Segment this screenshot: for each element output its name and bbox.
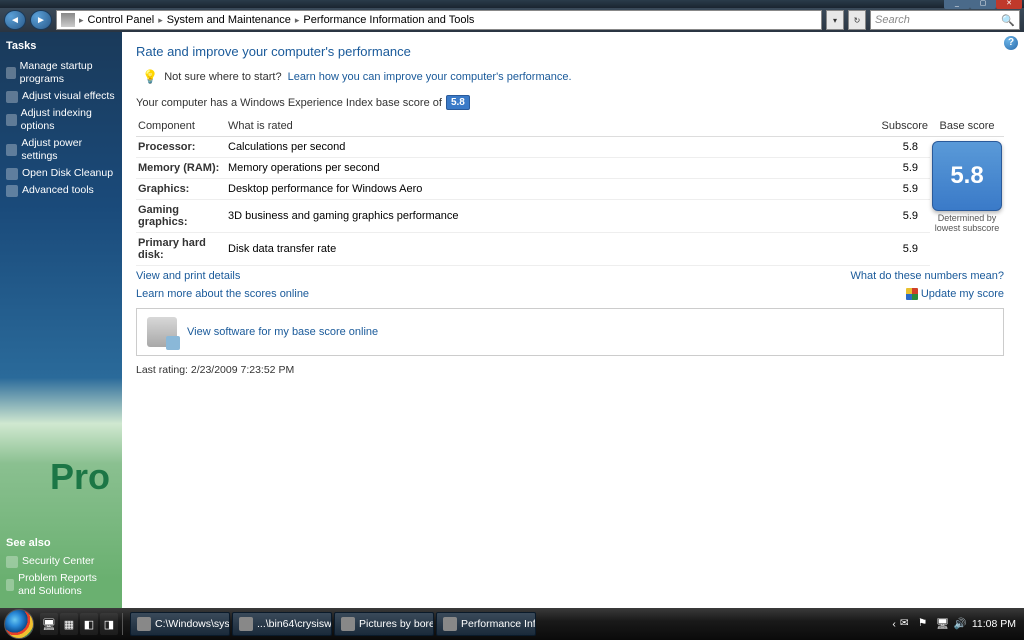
tray-expand[interactable]: ‹ (892, 618, 896, 630)
navbar: ◄ ► ▸ Control Panel ▸ System and Mainten… (0, 8, 1024, 32)
update-score-link[interactable]: Update my score (921, 288, 1004, 300)
tasks-heading: Tasks (6, 40, 116, 52)
view-print-link[interactable]: View and print details (136, 270, 240, 282)
task-visual-effects[interactable]: Adjust visual effects (6, 88, 116, 105)
cmd-icon (239, 617, 253, 631)
table-row: Processor:Calculations per second5.8 5.8… (136, 137, 1004, 158)
tray-icon[interactable]: 🖥 (936, 617, 950, 631)
software-box: View software for my base score online (136, 308, 1004, 356)
close-button[interactable]: ✕ (996, 0, 1022, 9)
view-software-link[interactable]: View software for my base score online (187, 326, 378, 338)
quicklaunch-app2[interactable]: ◨ (100, 613, 118, 635)
quicklaunch-app[interactable]: ◧ (80, 613, 98, 635)
taskbar-item[interactable]: Performance Inform... (436, 612, 536, 636)
browser-icon (341, 617, 355, 631)
last-rating-text: Last rating: 2/23/2009 7:23:52 PM (136, 364, 1004, 376)
col-rated: What is rated (226, 116, 870, 137)
forward-button[interactable]: ► (30, 10, 52, 30)
chevron-right-icon: ▸ (158, 15, 163, 26)
tray-icon[interactable]: ✉ (900, 617, 914, 631)
learn-more-link[interactable]: Learn more about the scores online (136, 288, 309, 300)
perf-icon (443, 617, 457, 631)
crumb-system-maintenance[interactable]: System and Maintenance (167, 14, 291, 26)
task-manage-startup[interactable]: Manage startup programs (6, 58, 116, 88)
hint-text: Not sure where to start? (164, 71, 281, 83)
seealso-heading: See also (6, 537, 116, 549)
table-row: Gaming graphics:3D business and gaming g… (136, 200, 1004, 233)
shield-icon (6, 144, 17, 156)
tools-icon (6, 185, 18, 197)
table-row: Primary hard disk:Disk data transfer rat… (136, 233, 1004, 266)
score-pretext: Your computer has a Windows Experience I… (136, 97, 442, 109)
report-icon (6, 579, 14, 591)
crumb-control-panel[interactable]: Control Panel (88, 14, 155, 26)
quicklaunch-switch[interactable]: ▦ (60, 613, 78, 635)
startup-icon (6, 67, 16, 79)
base-score-box: 5.8 (932, 141, 1002, 211)
page-title: Rate and improve your computer's perform… (136, 44, 1004, 59)
chevron-right-icon: ▸ (295, 15, 300, 26)
taskbar-item[interactable]: C:\Windows\system... (130, 612, 230, 636)
seealso-problem-reports[interactable]: Problem Reports and Solutions (6, 570, 116, 600)
search-placeholder: Search (875, 14, 910, 26)
cmd-icon (137, 617, 151, 631)
score-badge: 5.8 (446, 95, 470, 110)
maximize-button[interactable]: ▢ (970, 0, 996, 9)
hint-link[interactable]: Learn how you can improve your computer'… (288, 71, 572, 83)
task-power[interactable]: Adjust power settings (6, 135, 116, 165)
breadcrumb-dropdown[interactable]: ▾ (826, 10, 844, 30)
crumb-performance[interactable]: Performance Information and Tools (303, 14, 474, 26)
quicklaunch-desktop[interactable]: 🖥 (40, 613, 58, 635)
security-icon (6, 556, 18, 568)
software-icon (147, 317, 177, 347)
system-tray: ‹ ✉ ⚑ 🖥 🔊 11:08 PM (892, 617, 1020, 631)
search-icon: 🔍 (1001, 14, 1015, 27)
shield-icon (6, 114, 17, 126)
computer-icon (61, 13, 75, 27)
taskbar: 🖥 ▦ ◧ ◨ C:\Windows\system... ...\bin64\c… (0, 608, 1024, 640)
sidebar: Tasks Manage startup programs Adjust vis… (0, 32, 122, 608)
shield-icon (6, 91, 18, 103)
help-icon[interactable]: ? (1004, 36, 1018, 50)
col-component: Component (136, 116, 226, 137)
taskbar-separator (122, 613, 126, 635)
search-input[interactable]: Search 🔍 (870, 10, 1020, 30)
back-button[interactable]: ◄ (4, 10, 26, 30)
table-row: Memory (RAM):Memory operations per secon… (136, 158, 1004, 179)
start-button[interactable] (4, 609, 34, 639)
task-advanced[interactable]: Advanced tools (6, 182, 116, 199)
minimize-button[interactable]: _ (944, 0, 970, 9)
table-row: Graphics:Desktop performance for Windows… (136, 179, 1004, 200)
content-pane: ? Rate and improve your computer's perfo… (122, 32, 1024, 608)
shield-icon (906, 288, 918, 300)
col-basescore: Base score (930, 116, 1004, 137)
refresh-button[interactable]: ↻ (848, 10, 866, 30)
task-indexing[interactable]: Adjust indexing options (6, 105, 116, 135)
chevron-right-icon: ▸ (79, 15, 84, 26)
watermark-text: Pro (50, 456, 110, 498)
tray-icon[interactable]: ⚑ (918, 617, 932, 631)
base-score-caption: Determined by lowest subscore (932, 213, 1002, 233)
what-numbers-link[interactable]: What do these numbers mean? (851, 270, 1004, 282)
taskbar-item[interactable]: Pictures by boredgu... (334, 612, 434, 636)
breadcrumb[interactable]: ▸ Control Panel ▸ System and Maintenance… (56, 10, 822, 30)
scores-table: Component What is rated Subscore Base sc… (136, 116, 1004, 266)
col-subscore: Subscore (870, 116, 930, 137)
task-disk-cleanup[interactable]: Open Disk Cleanup (6, 165, 116, 182)
clock[interactable]: 11:08 PM (972, 618, 1016, 630)
disk-icon (6, 168, 18, 180)
seealso-security-center[interactable]: Security Center (6, 553, 116, 570)
bulb-icon: 💡 (142, 69, 158, 85)
taskbar-item[interactable]: ...\bin64\crysiswarsd... (232, 612, 332, 636)
tray-icon[interactable]: 🔊 (954, 617, 968, 631)
titlebar: _ ▢ ✕ (0, 0, 1024, 8)
